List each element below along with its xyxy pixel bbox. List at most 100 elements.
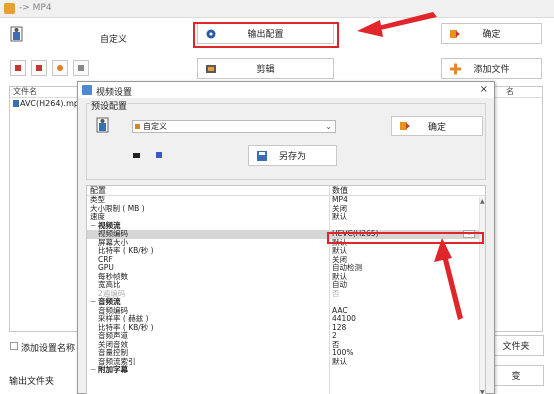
grid-row[interactable]: GPU 自动检测 — [87, 264, 485, 273]
output-folder-label: 输出文件夹 — [9, 377, 55, 387]
annotation-box-video-codec — [327, 232, 484, 244]
dialog-title-bar: 视频设置 × — [78, 82, 494, 98]
grid-row-value: 44100 — [332, 314, 356, 323]
preset-select[interactable]: 自定义 ⌄ — [132, 120, 336, 133]
grid-row-value: 100% — [332, 348, 354, 357]
edit-button[interactable]: 剪辑 — [197, 58, 334, 79]
add-file-button[interactable]: 添加文件 — [441, 58, 542, 79]
ok-label: 确定 — [482, 30, 501, 40]
file-name: AVC(H264).mp4 — [20, 99, 78, 108]
destination-list-header: 名 — [488, 87, 542, 98]
grid-row-value: MP4 — [332, 195, 348, 204]
scroll-up-icon[interactable]: ▲ — [480, 198, 485, 205]
add-setting-name-checkbox[interactable] — [10, 342, 18, 350]
app-icon — [4, 3, 15, 14]
settings-grid[interactable]: 配置 数值 类型MP4大小限制 ( MB )关闭速度默认视频流视频编码HEVC(… — [86, 185, 486, 394]
dialog-ok-label: 确定 — [427, 122, 446, 133]
grid-header-config: 配置 — [90, 186, 106, 195]
chevron-down-icon: ⌄ — [325, 122, 332, 131]
preset-value: 自定义 — [143, 122, 167, 131]
grid-row[interactable]: CRF 关闭 — [87, 255, 485, 265]
edit-label: 剪辑 — [256, 65, 275, 75]
grid-row[interactable]: 音频声道 2 — [87, 332, 485, 341]
grid-row[interactable]: 比特率 ( KB/秒 ) 128 — [87, 323, 485, 333]
dialog-icon — [82, 85, 92, 95]
video-file-icon — [13, 100, 19, 107]
grid-row-value: 否 — [332, 288, 340, 298]
tool-button-2[interactable] — [31, 60, 47, 76]
grid-row[interactable]: 比特率 ( KB/秒 ) 默认 — [87, 247, 485, 256]
grid-row[interactable]: 宽高比 自动 — [87, 281, 485, 290]
grid-row[interactable]: 2遍编码否 — [87, 288, 485, 299]
folder-button-label: 文件夹 — [502, 342, 530, 352]
grid-row-key: 音频声道 — [98, 331, 128, 340]
grid-section-row[interactable]: 视频流 — [87, 221, 485, 231]
dialog-ok-button[interactable]: 确定 — [391, 116, 483, 136]
grid-row-key: 视频编码 — [98, 229, 128, 238]
gear-icon[interactable] — [52, 60, 68, 76]
grid-row[interactable]: 音量控制 100% — [87, 349, 485, 358]
file-list-header: 文件名 — [10, 87, 78, 98]
profile-label: 自定义 — [100, 35, 128, 45]
profile-icon — [96, 117, 109, 133]
grid-row-key: 宽高比 — [98, 280, 121, 289]
grid-row-value: 默认 — [332, 246, 347, 255]
grid-row-key: 类型 — [90, 195, 105, 204]
dialog-title: 视频设置 — [96, 88, 133, 98]
change-button[interactable]: 变 — [488, 365, 544, 386]
grid-row[interactable]: 每秒帧数 默认 — [87, 272, 485, 282]
grid-row-key: 附加字幕 — [90, 366, 128, 375]
ok-icon — [400, 122, 410, 130]
terminal-icon[interactable] — [133, 153, 140, 158]
save-icon — [257, 150, 267, 161]
ok-button[interactable]: 确定 — [441, 23, 542, 44]
grid-row-key: 音频流 — [90, 298, 120, 307]
change-button-label: 变 — [511, 372, 521, 382]
vertical-scrollbar[interactable]: ▲ ▼ — [479, 197, 485, 394]
folder-button[interactable]: 文件夹 — [488, 335, 544, 356]
grid-row-value: 2 — [332, 331, 337, 340]
add-setting-name-label: 添加设置名称 — [21, 344, 76, 354]
grid-column-separator — [329, 186, 330, 394]
grid-row-key: 采样率 ( 赫兹 ) — [98, 314, 149, 323]
grid-row-value: 自动 — [332, 280, 347, 289]
info-icon[interactable] — [156, 152, 162, 158]
save-as-label: 另存为 — [278, 152, 306, 162]
ok-icon — [450, 29, 460, 38]
preset-group-label: 预设配置 — [90, 99, 129, 112]
title-bar: -> MP4 — [0, 0, 554, 18]
tool-button-4[interactable] — [73, 60, 89, 76]
grid-row-value: 默认 — [332, 356, 347, 366]
grid-row[interactable]: 大小限制 ( MB ) 关闭 — [87, 204, 485, 214]
grid-row-value: 默认 — [332, 212, 347, 221]
grid-row-key: 比特率 ( KB/秒 ) — [98, 246, 154, 255]
grid-section-row[interactable]: 附加字幕 — [87, 366, 485, 375]
scroll-down-icon[interactable]: ▼ — [480, 389, 485, 394]
preset-icon — [135, 124, 140, 129]
annotation-box-output-config — [193, 22, 339, 48]
window-title: -> MP4 — [19, 3, 52, 13]
save-as-button[interactable]: 另存为 — [248, 145, 337, 166]
film-icon — [206, 64, 216, 73]
tool-button-1[interactable] — [10, 60, 26, 76]
grid-row[interactable]: 类型 MP4 — [87, 196, 485, 205]
grid-row-key: 速度 — [90, 212, 105, 221]
profile-icon — [10, 26, 23, 42]
grid-row-value: 自动检测 — [332, 263, 362, 272]
grid-rows: 类型MP4大小限制 ( MB )关闭速度默认视频流视频编码HEVC(H265)▾… — [87, 196, 485, 375]
grid-row-key: GPU — [98, 263, 114, 272]
list-item[interactable]: AVC(H264).mp4 — [10, 98, 78, 110]
add-file-label: 添加文件 — [473, 65, 510, 75]
close-icon[interactable]: × — [480, 84, 488, 95]
preset-group — [86, 103, 486, 180]
destination-list[interactable]: 名 — [487, 86, 543, 332]
plus-icon — [450, 63, 461, 74]
grid-row[interactable]: 速度 默认 — [87, 213, 485, 222]
grid-header-value: 数值 — [332, 186, 348, 195]
grid-row[interactable]: 关闭音效否 — [87, 340, 485, 350]
grid-header: 配置 数值 — [87, 186, 485, 196]
file-list[interactable]: 文件名 AVC(H264).mp4 — [9, 86, 79, 332]
grid-section-row[interactable]: 音频流 — [87, 298, 485, 307]
grid-row[interactable]: 音频流索引 默认 — [87, 356, 485, 367]
grid-row-key: 音量控制 — [98, 348, 128, 357]
